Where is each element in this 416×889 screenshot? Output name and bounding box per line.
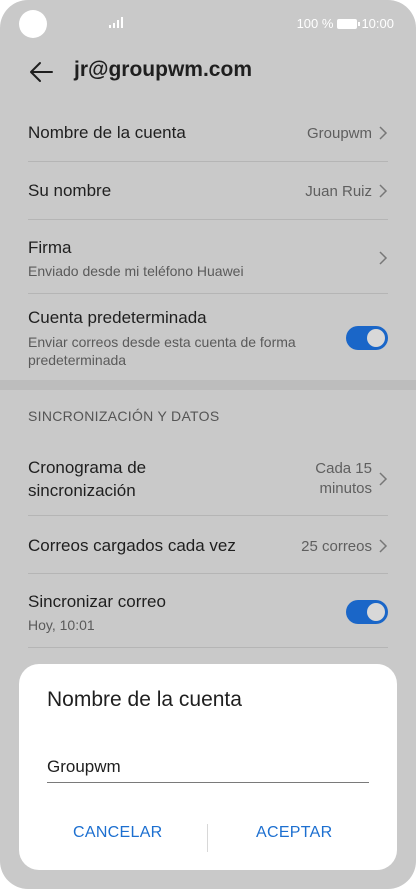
setting-value: Cada 15 minutos <box>315 459 372 499</box>
chevron-right-icon <box>379 126 388 140</box>
setting-account-name[interactable]: Nombre de la cuenta Groupwm <box>28 118 388 148</box>
setting-value: 25 correos <box>301 537 372 555</box>
setting-value-wrap: Juan Ruiz <box>305 183 388 200</box>
setting-value-wrap: Cada 15 minutos <box>315 459 388 499</box>
setting-value: Juan Ruiz <box>305 182 372 200</box>
battery-icon <box>337 18 361 29</box>
status-right: 100 % 10:00 <box>297 16 394 31</box>
setting-your-name[interactable]: Su nombre Juan Ruiz <box>28 176 388 206</box>
divider <box>28 161 388 162</box>
setting-text: Cuenta predeterminada Enviar correos des… <box>28 308 318 369</box>
chevron-right-icon <box>379 472 388 486</box>
setting-value-line1: Cada 15 <box>315 460 372 477</box>
battery-percent: 100 % <box>296 16 334 31</box>
setting-label-line1: Cronograma de <box>28 457 147 477</box>
signal-icon <box>109 17 123 28</box>
setting-sync-mail[interactable]: Sincronizar correo Hoy, 10:01 <box>28 588 388 636</box>
setting-label: Sincronizar correo <box>28 591 166 611</box>
chevron-right-icon <box>379 539 388 553</box>
default-account-toggle[interactable] <box>346 326 388 350</box>
setting-label-line2: sincronización <box>28 480 136 500</box>
setting-label: Correos cargados cada vez <box>28 536 236 555</box>
phone-screen: 100 % 10:00 jr@groupwm.com Nombre de la … <box>0 0 416 889</box>
status-time: 10:00 <box>361 16 394 31</box>
front-camera <box>19 10 47 38</box>
divider <box>28 293 388 294</box>
setting-value-wrap: Groupwm <box>307 125 388 142</box>
divider <box>28 219 388 220</box>
chevron-right-icon <box>379 251 388 265</box>
cancel-button[interactable]: CANCELAR <box>73 824 163 842</box>
setting-signature[interactable]: Firma Enviado desde mi teléfono Huawei <box>28 234 388 282</box>
setting-label: Cuenta predeterminada <box>28 307 207 327</box>
setting-subtitle: Hoy, 10:01 <box>28 616 95 633</box>
setting-label: Firma <box>28 237 72 257</box>
setting-value: Groupwm <box>306 124 372 142</box>
setting-text: Sincronizar correo Hoy, 10:01 <box>28 592 166 633</box>
setting-label: Nombre de la cuenta <box>28 123 186 142</box>
setting-mails-loaded[interactable]: Correos cargados cada vez 25 correos <box>28 531 388 561</box>
sync-mail-toggle[interactable] <box>346 600 388 624</box>
divider <box>28 515 388 516</box>
divider <box>28 573 388 574</box>
arrow-left-icon[interactable] <box>28 60 54 84</box>
accept-button[interactable]: ACEPTAR <box>256 824 332 842</box>
setting-default-account[interactable]: Cuenta predeterminada Enviar correos des… <box>28 306 388 370</box>
setting-text: Firma Enviado desde mi teléfono Huawei <box>28 238 244 279</box>
app-header: jr@groupwm.com <box>0 48 416 96</box>
setting-value-line2: minutos <box>319 480 372 497</box>
section-title-sync: SINCRONIZACIÓN Y DATOS <box>28 408 220 424</box>
page-title: jr@groupwm.com <box>74 58 252 81</box>
dialog-button-separator <box>207 824 208 852</box>
divider <box>28 647 388 648</box>
setting-sync-schedule[interactable]: Cronograma de sincronización Cada 15 min… <box>28 456 388 502</box>
setting-subtitle: Enviar correos desde esta cuenta de form… <box>28 333 296 368</box>
setting-text: Cronograma de sincronización <box>28 458 146 501</box>
setting-value-wrap: 25 correos <box>301 538 388 555</box>
dialog-title: Nombre de la cuenta <box>47 688 242 711</box>
rename-account-dialog: Nombre de la cuenta CANCELAR ACEPTAR <box>19 664 397 870</box>
status-bar: 100 % 10:00 <box>0 0 416 46</box>
setting-subtitle: Enviado desde mi teléfono Huawei <box>28 262 244 279</box>
account-name-input[interactable] <box>47 752 369 783</box>
section-separator <box>0 380 416 390</box>
setting-label: Su nombre <box>28 181 112 200</box>
chevron-right-icon <box>379 184 388 198</box>
